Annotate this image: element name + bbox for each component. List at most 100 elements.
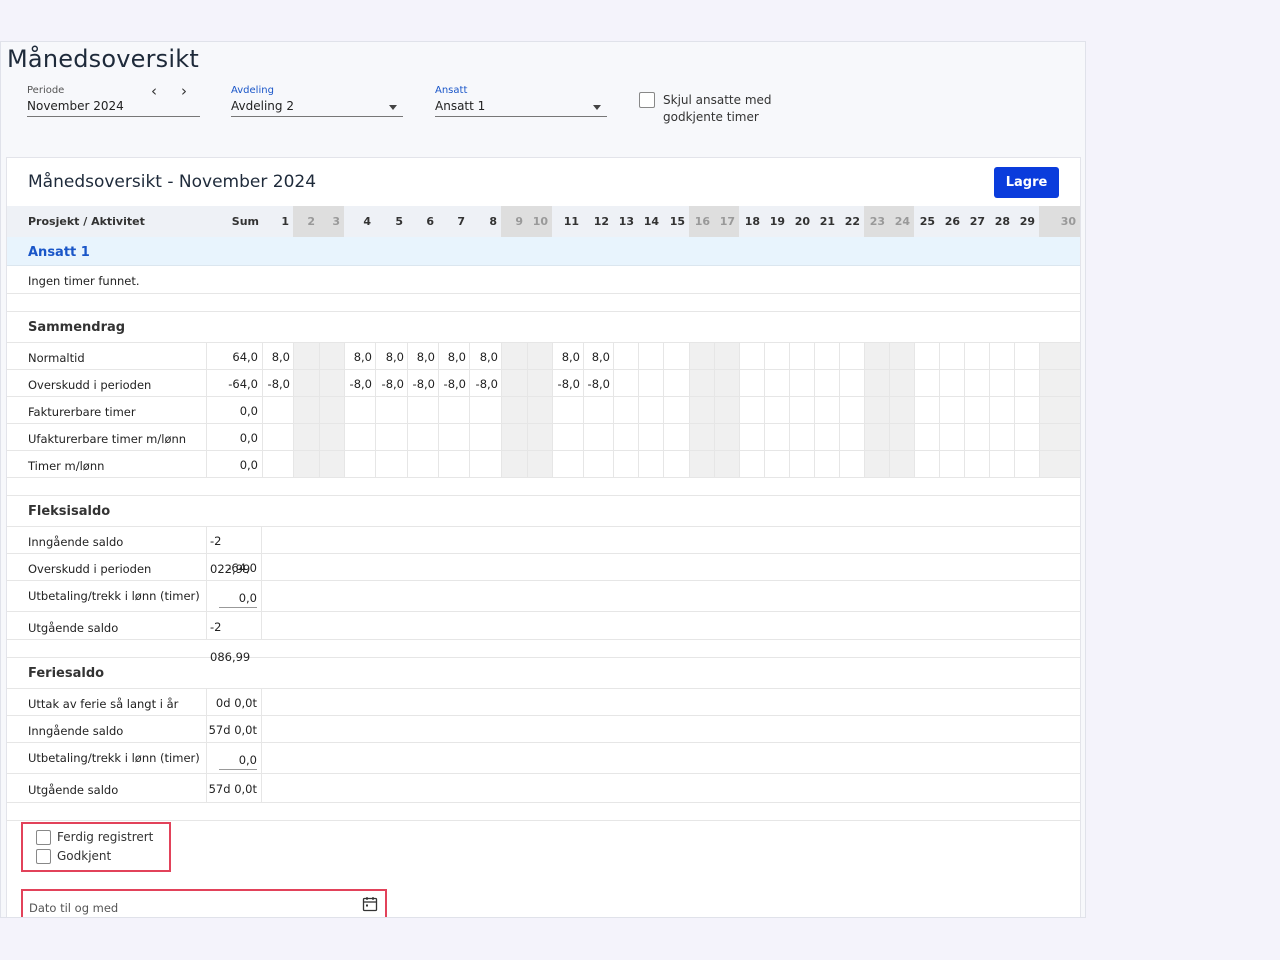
summary-cell-day-29 [1014,397,1039,423]
summary-cell-day-28 [989,370,1014,396]
done-checkbox[interactable] [36,830,51,845]
employee-select[interactable]: Ansatt Ansatt 1 [435,85,607,117]
flex-closing-row: Utgående saldo -2 086,99 [7,612,1080,664]
done-checkbox-row[interactable]: Ferdig registrert [36,830,153,845]
day-header-18: 18 [744,215,760,228]
summary-cell-day-26 [939,343,964,369]
employee-value-wrap: Ansatt 1 [435,99,607,117]
summary-cell-day-30 [1039,424,1080,450]
flex-opening-row: Inngående saldo -2 022,99 [7,527,1080,576]
col-project-header: Prosjekt / Aktivitet [28,215,145,228]
summary-cell-day-11 [552,424,583,450]
period-value[interactable]: November 2024 [27,99,200,117]
flex-period-label: Overskudd i perioden [28,562,152,576]
summary-cell-day-5: 8,0 [375,343,407,369]
hours-grid: Prosjekt / Aktivitet Sum 1 2 3 4 5 6 7 8 9 10 11 12… [7,206,1080,917]
summary-row-sum: -64,0 [206,370,262,396]
day-header-8: 8 [489,215,497,228]
approved-checkbox[interactable] [36,849,51,864]
summary-cell-day-22 [839,424,864,450]
day-header-28: 28 [994,215,1010,228]
summary-cell-day-2 [293,343,319,369]
summary-row-sum: 0,0 [206,424,262,450]
summary-cell-day-14 [638,424,663,450]
summary-cell-day-17 [714,397,739,423]
summary-cell-day-30 [1039,343,1080,369]
app-window: Månedsoversikt Periode November 2024 ‹ ›… [0,41,1086,918]
dropdown-caret-icon [389,105,397,110]
summary-cell-day-12 [583,397,613,423]
flex-payout-label: Utbetaling/trekk i lønn (timer) [28,589,200,603]
summary-cell-day-26 [939,397,964,423]
flex-payout-input[interactable]: 0,0 [206,581,262,611]
grid-header: Prosjekt / Aktivitet Sum 1 2 3 4 5 6 7 8 9 10 11 12… [7,206,1080,237]
summary-cell-day-26 [939,370,964,396]
summary-cell-day-13 [613,424,638,450]
next-period-icon[interactable]: › [181,82,187,100]
summary-cell-day-6: -8,0 [407,370,438,396]
summary-cell-day-30 [1039,370,1080,396]
summary-cell-day-16 [689,451,714,477]
summary-cell-day-9 [501,343,527,369]
summary-cell-day-19 [764,424,789,450]
summary-cell-day-28 [989,343,1014,369]
summary-cell-day-12: -8,0 [583,370,613,396]
summary-cell-day-25 [914,397,939,423]
period-label: Periode [27,85,65,96]
employee-value: Ansatt 1 [435,99,486,113]
summary-cell-day-13 [613,370,638,396]
summary-cell-day-11 [552,451,583,477]
summary-cell-day-13 [613,451,638,477]
summary-row: Overskudd i perioden -64,0 -8,0 -8,0 -8,0 -8,… [7,370,1080,397]
summary-cell-day-27 [964,424,989,450]
flex-heading-row: Fleksisaldo [7,496,1080,527]
summary-row: Ufakturerbare timer m/lønn 0,0 [7,424,1080,451]
department-label: Avdeling [231,85,274,96]
summary-row-label: Fakturerbare timer [28,405,136,419]
summary-cell-day-18 [739,397,764,423]
flex-payout-row: Utbetaling/trekk i lønn (timer) 0,0 [7,581,1080,612]
employee-group-row: Ansatt 1 [7,237,1080,266]
summary-cell-day-2 [293,397,319,423]
date-area: Dato til og med [7,887,1080,917]
day-header-19: 19 [769,215,785,228]
save-button[interactable]: Lagre [994,167,1059,198]
day-header-30: 30 [1039,206,1080,237]
spacer [7,478,1080,496]
date-input[interactable]: Dato til og med [27,893,382,917]
summary-cell-day-10 [527,370,552,396]
summary-cell-day-28 [989,451,1014,477]
summary-cell-day-8: -8,0 [469,370,501,396]
summary-cell-day-23 [864,424,889,450]
prev-period-icon[interactable]: ‹ [151,82,157,100]
hide-approved-checkbox[interactable] [639,92,655,108]
summary-cell-day-19 [764,451,789,477]
day-header-12: 12 [593,215,609,228]
day-header-1: 1 [281,215,289,228]
summary-cell-day-27 [964,451,989,477]
summary-cell-day-22 [839,451,864,477]
summary-cell-day-30 [1039,451,1080,477]
day-header-4: 4 [363,215,371,228]
summary-cell-day-20 [789,397,814,423]
summary-cell-day-22 [839,397,864,423]
summary-cell-day-3 [319,451,344,477]
department-select[interactable]: Avdeling Avdeling 2 [231,85,403,117]
summary-cell-day-26 [939,451,964,477]
summary-cell-day-28 [989,397,1014,423]
approved-checkbox-row[interactable]: Godkjent [36,849,111,864]
summary-cell-day-23 [864,370,889,396]
day-header-13: 13 [618,215,634,228]
summary-cell-day-24 [889,424,914,450]
summary-row-sum: 0,0 [206,397,262,423]
vacation-closing-label: Utgående saldo [28,783,119,797]
summary-cell-day-18 [739,370,764,396]
summary-cell-day-10 [527,424,552,450]
summary-cell-day-11: -8,0 [552,370,583,396]
flex-payout-value: 0,0 [218,591,257,608]
day-header-2: 2 [293,206,319,237]
calendar-icon[interactable] [362,896,378,912]
vacation-payout-input[interactable]: 0,0 [206,743,262,773]
day-header-5: 5 [395,215,403,228]
summary-row-sum: 64,0 [206,343,262,369]
